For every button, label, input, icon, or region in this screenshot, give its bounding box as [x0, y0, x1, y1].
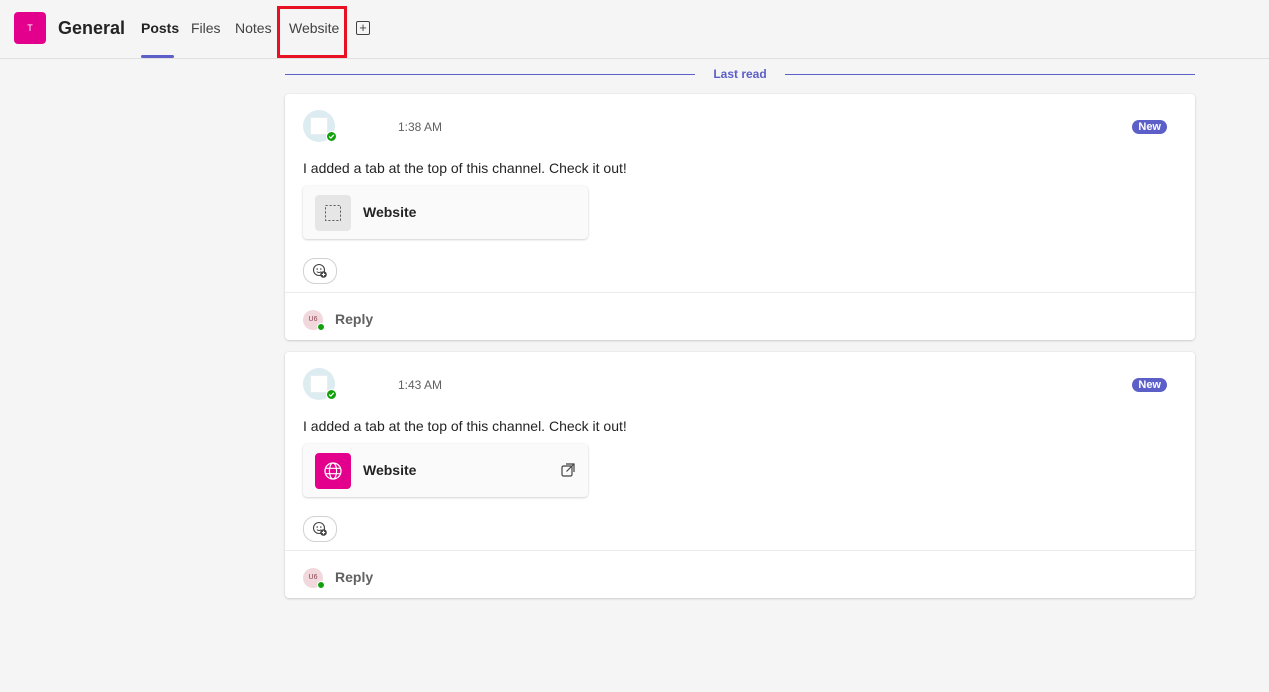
team-avatar-letter: T	[27, 23, 33, 33]
tab-files[interactable]: Files	[191, 19, 221, 37]
tab-card-title: Website	[363, 462, 417, 478]
channel-header: T General Posts Files Notes Website +	[0, 0, 1269, 59]
tab-posts[interactable]: Posts	[141, 19, 179, 37]
post-card: 1:43 AM New I added a tab at the top of …	[285, 352, 1195, 598]
reply-divider	[285, 292, 1195, 293]
placeholder-tab-icon	[315, 195, 351, 231]
channel-title: General	[58, 18, 126, 38]
avatar-initials: U6	[308, 574, 318, 581]
avatar-placeholder	[310, 375, 328, 393]
last-read-divider: Last read	[285, 66, 1195, 84]
reply-label: Reply	[335, 311, 374, 327]
open-external-icon[interactable]	[561, 463, 575, 477]
tab-highlight-box	[277, 6, 347, 58]
team-avatar[interactable]: T	[14, 12, 46, 44]
presence-dot	[317, 323, 325, 331]
avatar-placeholder	[310, 117, 328, 135]
new-badge: New	[1132, 120, 1167, 134]
active-tab-indicator	[141, 55, 174, 58]
post-timestamp: 1:43 AM	[398, 378, 443, 392]
add-tab-icon[interactable]: +	[356, 21, 370, 35]
current-user-avatar: U6	[303, 310, 325, 331]
author-avatar[interactable]	[303, 368, 337, 400]
presence-available-icon	[326, 389, 337, 400]
tab-card-website[interactable]: Website	[303, 444, 588, 497]
tab-notes[interactable]: Notes	[235, 19, 272, 37]
emoji-add-icon	[312, 521, 327, 536]
post-message: I added a tab at the top of this channel…	[303, 160, 627, 176]
reply-divider	[285, 550, 1195, 551]
add-reaction-button[interactable]	[303, 516, 337, 542]
avatar-initials: U6	[308, 316, 318, 323]
emoji-add-icon	[312, 263, 327, 278]
new-badge: New	[1132, 378, 1167, 392]
add-reaction-button[interactable]	[303, 258, 337, 284]
post-card: 1:38 AM New I added a tab at the top of …	[285, 94, 1195, 340]
post-message: I added a tab at the top of this channel…	[303, 418, 627, 434]
presence-dot	[317, 581, 325, 589]
presence-available-icon	[326, 131, 337, 142]
current-user-avatar: U6	[303, 568, 325, 589]
author-avatar[interactable]	[303, 110, 337, 142]
tab-card-title: Website	[363, 204, 417, 220]
divider-line-right	[785, 74, 1195, 75]
reply-label: Reply	[335, 569, 374, 585]
tab-card-website[interactable]: Website	[303, 186, 588, 239]
post-timestamp: 1:38 AM	[398, 120, 443, 134]
globe-icon	[315, 453, 351, 489]
